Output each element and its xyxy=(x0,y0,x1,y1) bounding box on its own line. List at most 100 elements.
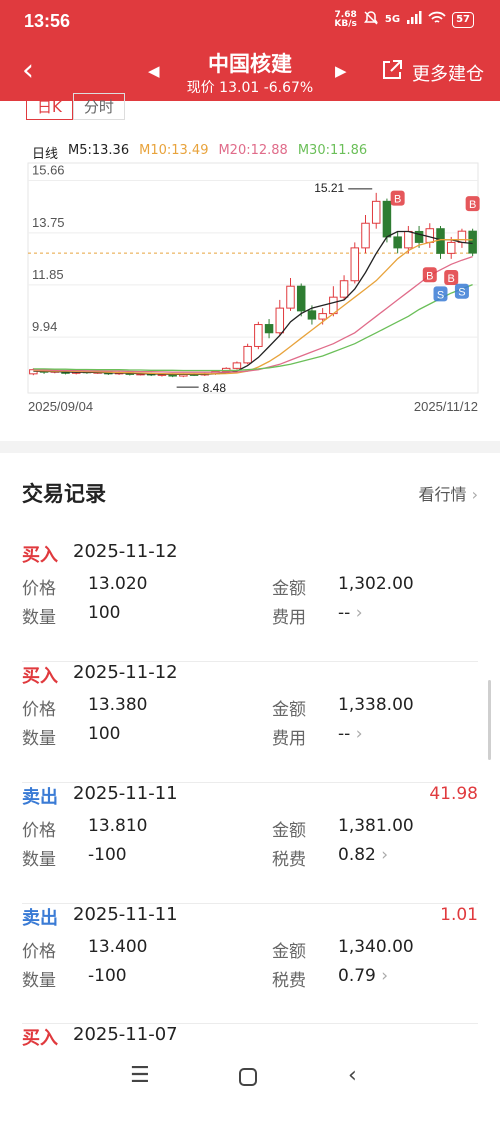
amount-label: 金额 xyxy=(272,821,306,841)
candle-body xyxy=(436,228,445,254)
amount-label: 金额 xyxy=(272,942,306,962)
fee-label: 费用 xyxy=(272,608,306,628)
ma-legend: 日线 M5:13.36 M10:13.49 M20:12.88 M30:11.8… xyxy=(32,143,367,162)
trade-marker-label: B xyxy=(426,270,433,282)
trade-record[interactable]: 买入 2025-11-12 价格 13.380 金额 1,338.00 数量 100 费用 -- … xyxy=(0,661,500,782)
candle-body xyxy=(264,324,274,334)
fee-value[interactable]: 0.82 › xyxy=(338,845,388,865)
trade-date: 2025-11-12 xyxy=(73,662,178,683)
y-tick-label: 13.75 xyxy=(32,215,65,230)
trade-date: 2025-11-07 xyxy=(73,1024,178,1045)
candle-body xyxy=(425,228,435,243)
chart-tabs: 日K 分时 xyxy=(26,93,125,120)
scrollbar[interactable] xyxy=(488,680,491,760)
trade-record[interactable]: 卖出 2025-11-11 41.98 价格 13.810 金额 1,381.00 数量 -10… xyxy=(0,782,500,903)
trade-type: 买入 xyxy=(22,1028,58,1049)
quantity-label: 数量 xyxy=(22,729,56,749)
price-value: 13.400 xyxy=(88,937,148,957)
amount-value: 1,338.00 xyxy=(338,695,414,715)
tab-daily-k[interactable]: 日K xyxy=(26,93,73,120)
fee-value[interactable]: -- › xyxy=(338,724,363,744)
y-tick-label: 15.66 xyxy=(32,163,65,178)
y-tick-label: 9.94 xyxy=(32,319,57,334)
candle-body xyxy=(254,324,263,347)
net-speed-unit: KB/s xyxy=(334,18,357,29)
price-value: 13.020 xyxy=(88,574,148,594)
amount-label: 金额 xyxy=(272,579,306,599)
trade-profit: 1.01 xyxy=(440,905,478,925)
trade-date: 2025-11-12 xyxy=(73,541,178,562)
signal-icon xyxy=(406,11,422,28)
trade-record[interactable]: 买入 2025-11-12 价格 13.020 金额 1,302.00 数量 100 费用 -- … xyxy=(0,541,500,661)
quantity-value: 100 xyxy=(88,603,121,623)
trade-type: 卖出 xyxy=(22,787,58,808)
status-bar: 13:56 7.68 KB/s 5G 57 xyxy=(0,0,500,44)
fee-label: 费用 xyxy=(272,729,306,749)
wifi-icon xyxy=(428,11,446,28)
candle-body xyxy=(371,200,381,224)
tab-intraday[interactable]: 分时 xyxy=(72,93,125,120)
legend-m10: M10:13.49 xyxy=(139,143,209,158)
trade-type: 买入 xyxy=(22,545,58,566)
trade-marker-label: B xyxy=(394,194,401,206)
quantity-label: 数量 xyxy=(22,608,56,628)
mute-icon xyxy=(363,10,379,29)
amount-value: 1,340.00 xyxy=(338,937,414,957)
trade-marker-label: B xyxy=(469,199,476,211)
legend-m5: M5:13.36 xyxy=(68,143,130,158)
ma-line-m10 xyxy=(33,239,473,375)
chart-card: 日K 分时 日线 M5:13.36 M10:13.49 M20:12.88 M3… xyxy=(0,93,500,431)
quantity-label: 数量 xyxy=(22,850,56,870)
trade-marker-label: S xyxy=(458,287,465,299)
trade-date: 2025-11-11 xyxy=(73,904,178,925)
candle-body xyxy=(339,280,349,298)
trade-profit: 41.98 xyxy=(429,784,478,804)
system-icons: 7.68 KB/s 5G 57 xyxy=(334,10,474,29)
system-nav-bar: ☰ ‹ xyxy=(0,1053,500,1111)
home-icon[interactable] xyxy=(238,1063,258,1093)
fee-label: 税费 xyxy=(272,971,306,991)
legend-period: 日线 xyxy=(32,147,59,162)
trade-record[interactable]: 卖出 2025-11-11 1.01 价格 13.400 金额 1,340.00 数量 -100… xyxy=(0,903,500,1024)
chevron-right-icon: › xyxy=(381,966,389,986)
high-label: 15.21 xyxy=(314,181,344,195)
network-type: 5G xyxy=(384,14,401,25)
menu-icon[interactable]: ☰ xyxy=(130,1063,150,1088)
trade-type: 卖出 xyxy=(22,908,58,929)
more-positions-label: 更多建仓 xyxy=(412,63,484,85)
candle-body xyxy=(468,230,477,254)
fee-amount: 0.82 xyxy=(338,845,376,865)
section-divider xyxy=(0,441,500,453)
amount-value: 1,302.00 xyxy=(338,574,414,594)
price-value: 13.380 xyxy=(88,695,148,715)
next-stock-icon[interactable]: ▶ xyxy=(335,62,347,80)
view-quote-link[interactable]: 看行情 › xyxy=(418,481,478,505)
net-speed: 7.68 KB/s xyxy=(334,10,357,29)
y-tick-label: 11.85 xyxy=(32,267,64,282)
trade-date: 2025-11-11 xyxy=(73,783,178,804)
candle-body xyxy=(361,222,370,249)
quantity-value: -100 xyxy=(88,966,127,986)
candle-body xyxy=(457,230,467,243)
chart-frame xyxy=(27,162,479,394)
chevron-right-icon: › xyxy=(355,603,363,623)
trade-type: 买入 xyxy=(22,666,58,687)
fee-amount: -- xyxy=(338,724,351,744)
more-positions-button[interactable]: 更多建仓 xyxy=(380,58,484,87)
fee-value[interactable]: -- › xyxy=(338,603,363,623)
amount-value: 1,381.00 xyxy=(338,816,414,836)
chevron-right-icon: › xyxy=(355,724,363,744)
candle-body xyxy=(350,247,360,282)
price-value: 13.810 xyxy=(88,816,148,836)
price-label: 价格 xyxy=(22,821,56,841)
view-quote-label: 看行情 xyxy=(418,485,467,504)
back-nav-icon[interactable]: ‹ xyxy=(348,1063,357,1088)
fee-value[interactable]: 0.79 › xyxy=(338,966,388,986)
fee-amount: 0.79 xyxy=(338,966,376,986)
trade-records-title: 交易记录 xyxy=(22,482,106,506)
fee-label: 税费 xyxy=(272,850,306,870)
candlestick-chart[interactable]: 15.6613.7511.859.9415.218.48B BB BS S2025/0… xyxy=(0,161,500,481)
chevron-right-icon: › xyxy=(471,485,478,504)
status-time: 13:56 xyxy=(24,11,71,31)
app-header: 13:56 7.68 KB/s 5G 57 ‹ ◀ 中国核建 现价 13.01 … xyxy=(0,0,500,101)
